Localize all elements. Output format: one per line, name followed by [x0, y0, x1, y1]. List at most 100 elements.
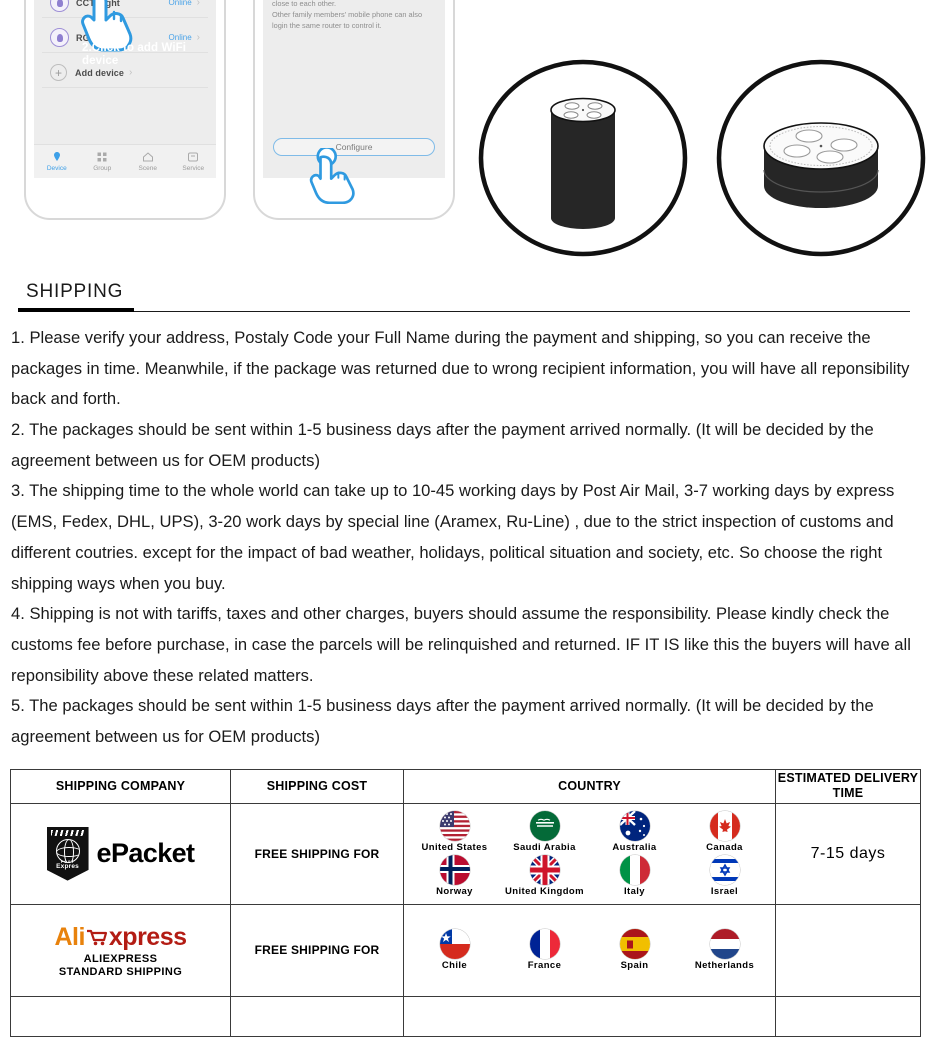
- cell-company: Ali xpress ALIEXPRESS STANDARD SHIPPING: [10, 903, 231, 997]
- flag-icon-us: [439, 810, 470, 841]
- list-item: United States: [419, 810, 491, 853]
- logo-text-ali: Ali: [54, 922, 85, 951]
- column-header-company: SHIPPING COMPANY: [10, 768, 231, 804]
- list-item: Canada: [689, 810, 761, 853]
- cell-delivery-time: [775, 995, 921, 1037]
- status-badge: Online: [168, 0, 192, 7]
- cell-delivery-time: [775, 903, 921, 997]
- chevron-right-icon: ›: [196, 0, 200, 8]
- flag-grid: Chile France Spain Netherlands: [404, 922, 775, 978]
- aliexpress-wordmark: Ali xpress: [54, 922, 187, 952]
- plus-icon: +: [50, 64, 67, 81]
- list-item: United Kingdom: [505, 854, 584, 897]
- cell-countries: United States Saudi Arabia Australia Can…: [403, 802, 776, 905]
- cell-company: [10, 995, 231, 1037]
- note-line: Other family members' mobile phone can a…: [272, 9, 423, 30]
- flag-label: Saudi Arabia: [513, 841, 576, 853]
- policy-paragraph: 5. The packages should be sent within 1-…: [11, 696, 874, 746]
- list-item: Spain: [599, 929, 671, 971]
- policy-paragraph: 3. The shipping time to the whole world …: [11, 481, 895, 593]
- flag-label: Chile: [441, 960, 468, 972]
- flag-icon-sa: [529, 810, 560, 841]
- instruction-text-block: To configure device: 1. Please connect s…: [263, 0, 445, 31]
- pointer-hand-icon: [309, 148, 355, 204]
- grid-icon: [97, 152, 107, 162]
- page-title: SHIPPING: [26, 281, 124, 302]
- service-icon: [188, 152, 199, 162]
- divider-thin: [18, 311, 910, 312]
- list-item: Israel: [689, 854, 761, 897]
- list-item: Australia: [599, 810, 671, 853]
- bulb-icon: [50, 0, 69, 12]
- policy-paragraph: 4. Shipping is not with tariffs, taxes a…: [11, 604, 911, 685]
- table-row: [10, 995, 921, 1037]
- cell-cost: FREE SHIPPING FOR: [230, 903, 404, 997]
- flag-icon-au: [619, 810, 650, 841]
- flag-label: Canada: [706, 841, 743, 853]
- list-item: Italy: [599, 854, 671, 897]
- flag-icon-no: [439, 854, 470, 885]
- badge-stripes: [50, 829, 85, 836]
- speaker-photo-cylinder: [478, 59, 688, 257]
- flag-label: United States: [421, 841, 488, 853]
- add-device-label: Add device: [75, 67, 125, 78]
- tab-label: Device: [46, 165, 67, 172]
- flag-label: Spain: [620, 960, 649, 972]
- flag-icon-cl: [439, 929, 470, 960]
- tab-service[interactable]: Service: [171, 145, 217, 178]
- tab-group[interactable]: Group: [80, 145, 126, 178]
- flag-label: United Kingdom: [505, 885, 584, 897]
- flag-icon-fr: [529, 929, 560, 960]
- callout-text: 2.Click to add WiFi device: [82, 42, 187, 68]
- epacket-wordmark: ePacket: [96, 838, 195, 869]
- flag-icon-il: [709, 854, 740, 885]
- column-header-cost: SHIPPING COST: [230, 768, 404, 804]
- list-item: Chile: [419, 929, 491, 971]
- epacket-badge-icon: POST Expres: [46, 826, 89, 881]
- flag-icon-nl: [709, 929, 740, 960]
- policy-paragraph: 2. The packages should be sent within 1-…: [11, 420, 874, 470]
- flag-icon-ca: [709, 810, 740, 841]
- tab-scene[interactable]: Scene: [125, 145, 171, 178]
- aliexpress-logo: Ali xpress ALIEXPRESS STANDARD SHIPPING: [11, 923, 230, 978]
- list-item: Netherlands: [689, 929, 761, 971]
- bulb-icon: [53, 152, 60, 161]
- phone1-tabbar: Device Group Scene Service: [34, 144, 216, 178]
- tab-label: Service: [182, 165, 205, 172]
- flag-label: Netherlands: [694, 960, 755, 972]
- cell-countries: [403, 995, 776, 1037]
- chevron-right-icon: ›: [129, 67, 133, 78]
- list-item: France: [509, 929, 581, 971]
- bulb-icon: [50, 28, 69, 47]
- flag-label: Italy: [623, 885, 645, 897]
- shipping-section-header: SHIPPING: [0, 265, 930, 312]
- speaker-photo-puck: [716, 59, 926, 257]
- flag-icon-es: [619, 929, 650, 960]
- flag-label: France: [527, 960, 562, 972]
- badge-sub-main: Expres: [56, 863, 79, 871]
- flag-label: Australia: [612, 841, 657, 853]
- shipping-methods-table: SHIPPING COMPANY SHIPPING COST COUNTRY E…: [10, 768, 921, 1037]
- logo-subtitle-2: STANDARD SHIPPING: [58, 965, 183, 978]
- tab-device[interactable]: Device: [34, 145, 80, 178]
- flag-label: Norway: [436, 885, 473, 897]
- status-badge: Online: [168, 33, 192, 42]
- column-header-country: COUNTRY: [403, 768, 776, 804]
- home-icon: [142, 152, 153, 162]
- cell-cost: [230, 995, 404, 1037]
- shopping-cart-icon: [86, 930, 108, 946]
- list-item: Norway: [419, 854, 491, 897]
- cell-delivery-time: 7-15 days: [775, 802, 921, 905]
- cell-company: POST Expres ePacket: [10, 802, 231, 905]
- column-header-delivery-time: ESTIMATED DELIVERY TIME: [775, 768, 921, 804]
- table-row: POST Expres ePacket FREE SHIPPING FOR Un…: [10, 802, 921, 905]
- table-row: Ali xpress ALIEXPRESS STANDARD SHIPPING …: [10, 903, 921, 997]
- flag-grid: United States Saudi Arabia Australia Can…: [404, 804, 775, 904]
- table-header-row: SHIPPING COMPANY SHIPPING COST COUNTRY E…: [10, 768, 921, 804]
- policy-paragraph: 1. Please verify your address, Postaly C…: [11, 328, 910, 409]
- badge-sub-text: POST Expres: [47, 860, 89, 871]
- list-item: Saudi Arabia: [509, 810, 581, 853]
- note-line: Confirm that the phone, device and route…: [272, 0, 337, 8]
- tab-label: Group: [93, 165, 112, 172]
